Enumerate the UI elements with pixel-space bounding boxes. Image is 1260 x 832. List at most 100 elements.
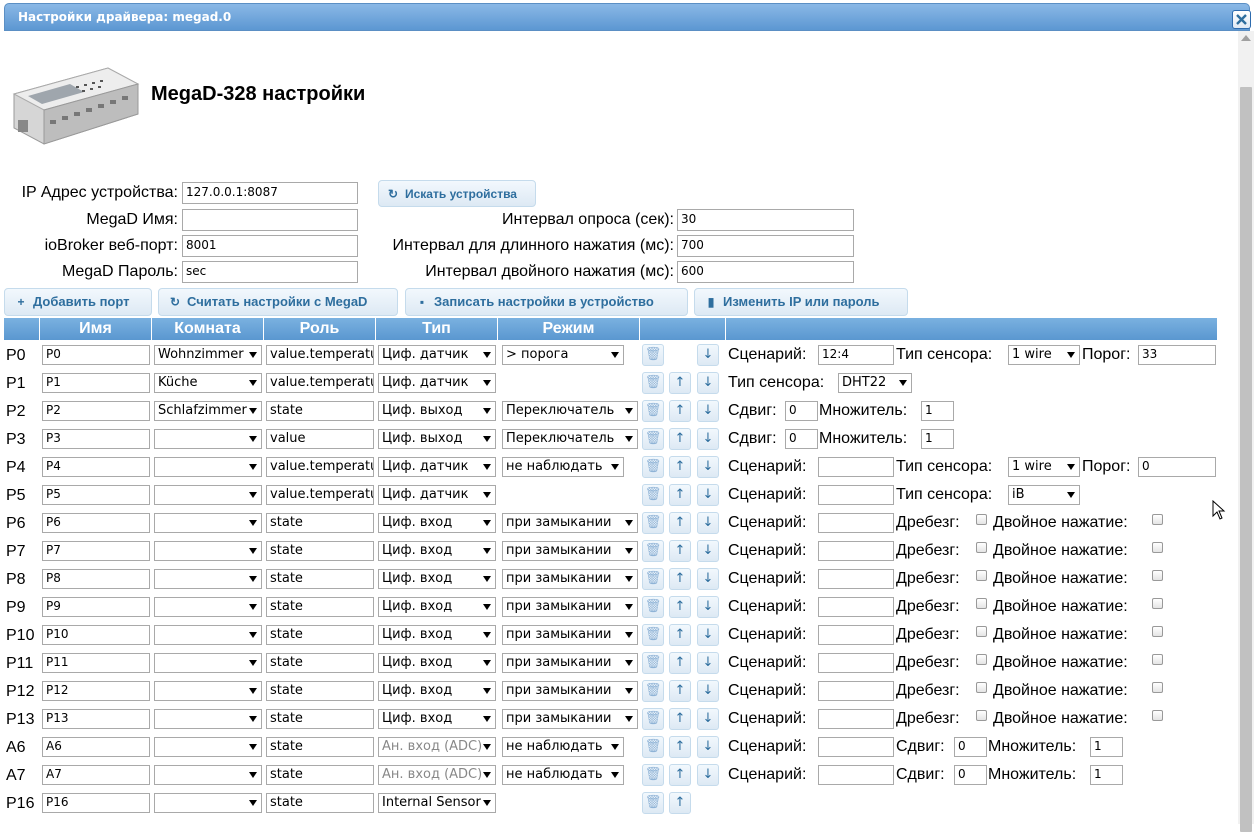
port-name-input[interactable]: P7 — [42, 541, 150, 561]
double-click-checkbox[interactable] — [1152, 626, 1163, 637]
move-up-button[interactable]: ↑ — [669, 624, 691, 646]
type-select[interactable]: Циф. датчик — [378, 457, 496, 477]
poll-interval-input[interactable]: 30 — [677, 209, 854, 231]
delete-port-button[interactable]: 🗑 — [642, 596, 664, 618]
mode-select[interactable]: при замыкании — [502, 597, 638, 617]
close-button[interactable] — [1232, 10, 1251, 29]
port-name-input[interactable]: P2 — [42, 401, 150, 421]
double-click-checkbox[interactable] — [1152, 654, 1163, 665]
type-select[interactable]: Циф. вход — [378, 541, 496, 561]
type-select[interactable]: Ан. вход (ADC) — [378, 737, 496, 757]
vertical-scrollbar[interactable] — [1238, 31, 1254, 832]
move-down-button[interactable]: ↓ — [697, 372, 719, 394]
factor-input[interactable]: 1 — [921, 429, 954, 449]
debounce-checkbox[interactable] — [976, 570, 987, 581]
room-select[interactable] — [154, 541, 262, 561]
move-up-button[interactable]: ↑ — [669, 652, 691, 674]
type-select[interactable]: Циф. датчик — [378, 345, 496, 365]
role-input[interactable]: value — [266, 429, 374, 449]
scenario-input[interactable] — [818, 709, 894, 729]
type-select[interactable]: Ан. вход (ADC) — [378, 765, 496, 785]
double-click-checkbox[interactable] — [1152, 682, 1163, 693]
role-input[interactable]: value.temperature — [266, 457, 374, 477]
port-name-input[interactable]: P9 — [42, 597, 150, 617]
threshold-input[interactable]: 33 — [1138, 345, 1216, 365]
scenario-input[interactable] — [818, 457, 894, 477]
delete-port-button[interactable]: 🗑 — [642, 400, 664, 422]
delete-port-button[interactable]: 🗑 — [642, 428, 664, 450]
role-input[interactable]: state — [266, 765, 374, 785]
scenario-input[interactable] — [818, 541, 894, 561]
move-down-button[interactable]: ↓ — [697, 708, 719, 730]
password-input[interactable]: sec — [182, 261, 358, 283]
room-select[interactable] — [154, 513, 262, 533]
port-name-input[interactable]: P13 — [42, 709, 150, 729]
role-input[interactable]: value.temperature — [266, 373, 374, 393]
role-input[interactable]: state — [266, 597, 374, 617]
port-name-input[interactable]: P5 — [42, 485, 150, 505]
scenario-input[interactable] — [818, 569, 894, 589]
write-settings-button[interactable]: ▪ Записать настройки в устройство — [405, 288, 688, 316]
type-select[interactable]: Циф. вход — [378, 569, 496, 589]
move-up-button[interactable]: ↑ — [669, 512, 691, 534]
delete-port-button[interactable]: 🗑 — [642, 456, 664, 478]
offset-input[interactable]: 0 — [954, 737, 987, 757]
webport-input[interactable]: 8001 — [182, 235, 358, 257]
delete-port-button[interactable]: 🗑 — [642, 344, 664, 366]
read-settings-button[interactable]: ↻ Считать настройки с MegaD — [158, 288, 398, 316]
scenario-input[interactable] — [818, 597, 894, 617]
offset-input[interactable]: 0 — [785, 429, 818, 449]
mode-select[interactable]: при замыкании — [502, 569, 638, 589]
type-select[interactable]: Циф. вход — [378, 597, 496, 617]
port-name-input[interactable]: P8 — [42, 569, 150, 589]
port-name-input[interactable]: P3 — [42, 429, 150, 449]
role-input[interactable]: state — [266, 401, 374, 421]
move-up-button[interactable]: ↑ — [669, 596, 691, 618]
move-down-button[interactable]: ↓ — [697, 484, 719, 506]
move-down-button[interactable]: ↓ — [697, 596, 719, 618]
mode-select[interactable]: при замыкании — [502, 653, 638, 673]
debounce-checkbox[interactable] — [976, 682, 987, 693]
mode-select[interactable]: не наблюдать — [502, 737, 624, 757]
move-down-button[interactable]: ↓ — [697, 512, 719, 534]
megad-name-input[interactable] — [182, 209, 358, 231]
debounce-checkbox[interactable] — [976, 542, 987, 553]
port-name-input[interactable]: P10 — [42, 625, 150, 645]
move-down-button[interactable]: ↓ — [697, 736, 719, 758]
room-select[interactable] — [154, 429, 262, 449]
room-select[interactable] — [154, 653, 262, 673]
factor-input[interactable]: 1 — [921, 401, 954, 421]
mode-select[interactable]: при замыкании — [502, 541, 638, 561]
role-input[interactable]: state — [266, 625, 374, 645]
room-select[interactable] — [154, 709, 262, 729]
move-down-button[interactable]: ↓ — [697, 568, 719, 590]
room-select[interactable]: Wohnzimmer — [154, 345, 262, 365]
debounce-checkbox[interactable] — [976, 626, 987, 637]
move-up-button[interactable]: ↑ — [669, 428, 691, 450]
mode-select[interactable]: не наблюдать — [502, 457, 624, 477]
mode-select[interactable]: > порога — [502, 345, 624, 365]
room-select[interactable] — [154, 597, 262, 617]
type-select[interactable]: Циф. вход — [378, 653, 496, 673]
threshold-input[interactable]: 0 — [1138, 457, 1216, 477]
long-press-input[interactable]: 700 — [677, 235, 854, 257]
move-up-button[interactable]: ↑ — [669, 792, 691, 814]
room-select[interactable] — [154, 485, 262, 505]
delete-port-button[interactable]: 🗑 — [642, 540, 664, 562]
type-select[interactable]: Internal Sensor — [378, 793, 496, 813]
role-input[interactable]: state — [266, 681, 374, 701]
delete-port-button[interactable]: 🗑 — [642, 372, 664, 394]
role-input[interactable]: state — [266, 793, 374, 813]
mode-select[interactable]: при замыкании — [502, 513, 638, 533]
room-select[interactable] — [154, 457, 262, 477]
delete-port-button[interactable]: 🗑 — [642, 736, 664, 758]
double-click-checkbox[interactable] — [1152, 542, 1163, 553]
move-up-button[interactable]: ↑ — [669, 708, 691, 730]
move-down-button[interactable]: ↓ — [697, 344, 719, 366]
mode-select[interactable]: не наблюдать — [502, 765, 624, 785]
move-up-button[interactable]: ↑ — [669, 372, 691, 394]
move-down-button[interactable]: ↓ — [697, 428, 719, 450]
delete-port-button[interactable]: 🗑 — [642, 568, 664, 590]
room-select[interactable] — [154, 625, 262, 645]
move-up-button[interactable]: ↑ — [669, 540, 691, 562]
